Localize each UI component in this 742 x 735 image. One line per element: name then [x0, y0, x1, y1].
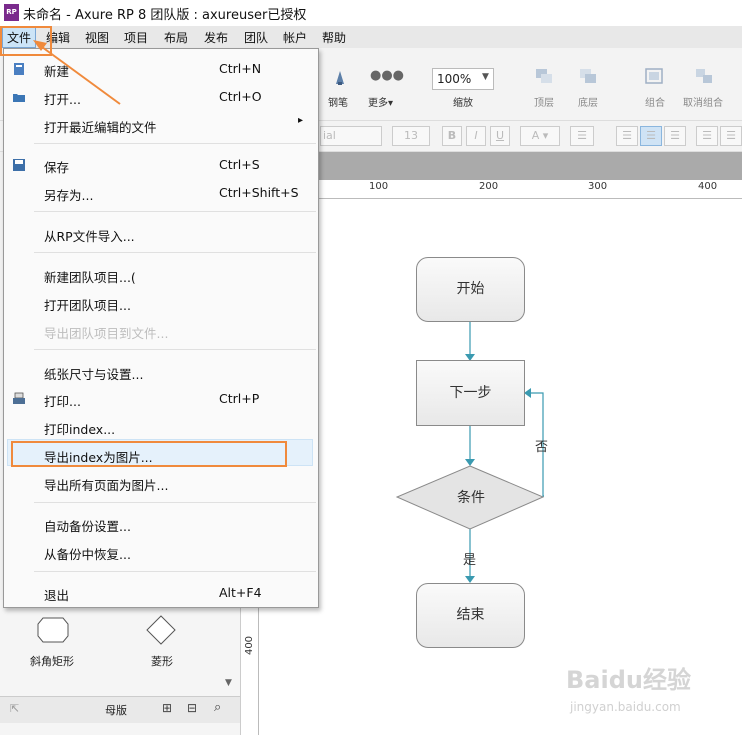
- annotation-arrow-icon: [33, 40, 121, 105]
